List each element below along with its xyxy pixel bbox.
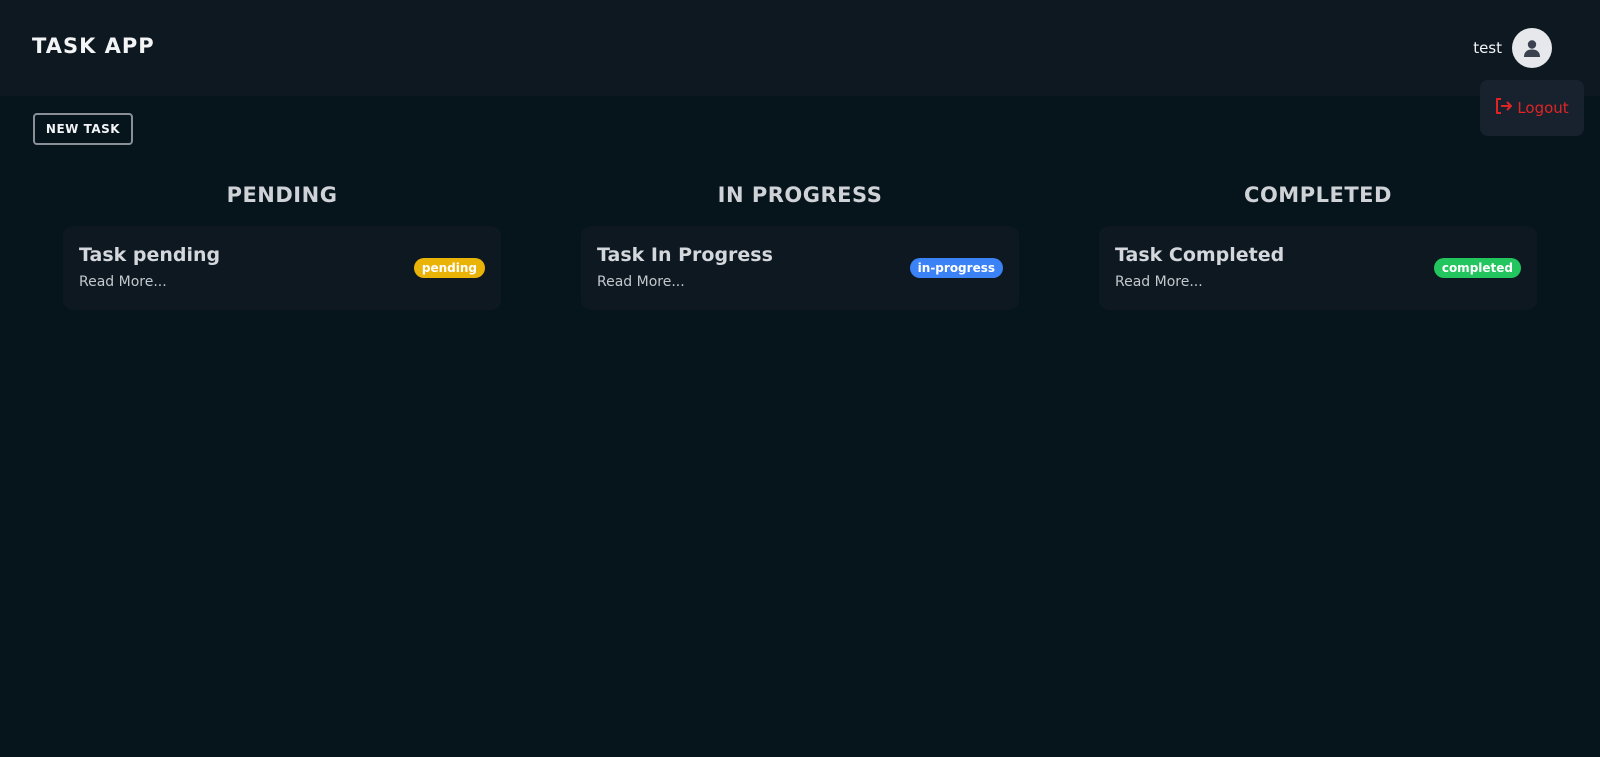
- column-in-progress: IN PROGRESS Task In Progress Read More..…: [581, 180, 1019, 310]
- app-title: TASK APP: [32, 34, 155, 58]
- task-title: Task In Progress: [597, 244, 773, 266]
- logout-label: Logout: [1517, 99, 1569, 117]
- read-more-link[interactable]: Read More...: [597, 274, 685, 290]
- column-pending: PENDING Task pending Read More... pendin…: [63, 180, 501, 310]
- column-completed: COMPLETED Task Completed Read More... co…: [1099, 180, 1537, 310]
- user-icon[interactable]: [1512, 28, 1552, 68]
- task-card[interactable]: Task In Progress Read More... in-progres…: [581, 226, 1019, 310]
- logout-icon: [1495, 98, 1513, 118]
- column-heading: COMPLETED: [1244, 183, 1392, 207]
- username: test: [1473, 39, 1502, 57]
- status-badge: in-progress: [909, 258, 1003, 278]
- column-heading: PENDING: [226, 183, 338, 207]
- column-heading: IN PROGRESS: [717, 183, 883, 207]
- task-card[interactable]: Task pending Read More... pending: [63, 226, 501, 310]
- status-badge: pending: [413, 258, 485, 278]
- logout-button[interactable]: Logout: [1480, 80, 1584, 136]
- status-badge: completed: [1433, 258, 1521, 278]
- app-header: TASK APP test: [0, 0, 1600, 96]
- task-card[interactable]: Task Completed Read More... completed: [1099, 226, 1537, 310]
- task-title: Task pending: [79, 244, 221, 266]
- new-task-button[interactable]: NEW TASK: [33, 113, 133, 145]
- task-title: Task Completed: [1115, 244, 1285, 266]
- read-more-link[interactable]: Read More...: [1115, 274, 1203, 290]
- read-more-link[interactable]: Read More...: [79, 274, 167, 290]
- user-menu-toggle[interactable]: test: [1473, 28, 1552, 68]
